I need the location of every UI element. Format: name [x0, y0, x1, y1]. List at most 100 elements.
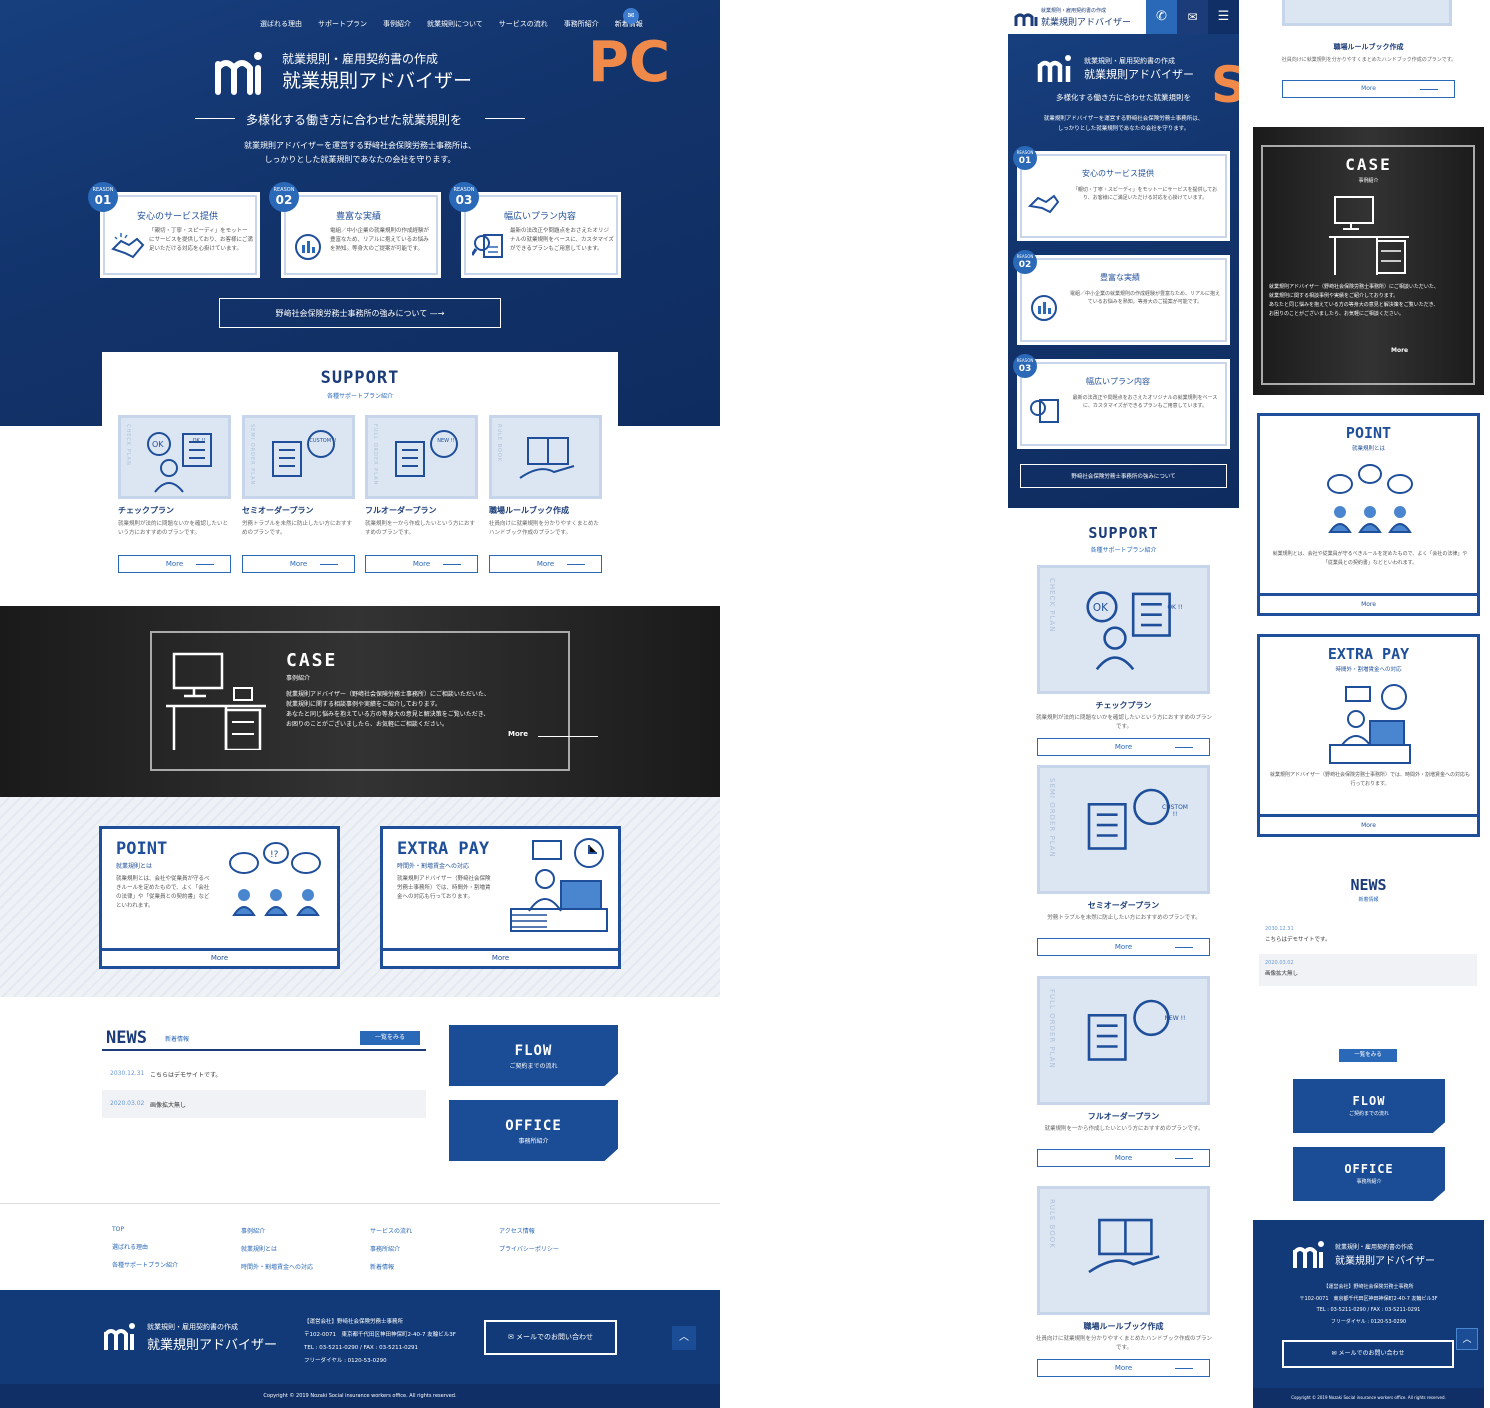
logo-icon: [1293, 1241, 1324, 1268]
page-top-icon[interactable]: ︿: [672, 1326, 696, 1350]
plan-name: チェックプラン: [118, 506, 174, 515]
plan-desc: 労務トラブルを未然に防止したい方におすすめのプランです。: [242, 521, 353, 536]
footer-link[interactable]: 時間外・割増賃金への対応: [241, 1262, 313, 1271]
plan-vertical-label: RULE BOOK: [1048, 1199, 1056, 1249]
plan-more-button[interactable]: More: [1037, 738, 1210, 756]
sp-extra-text: 就業規則アドバイザー（野﨑社会保険労務士事務所）では、時間外・割増賃金への対応も…: [1270, 772, 1471, 787]
plan-name: チェックプラン: [1095, 701, 1152, 710]
hamburger-menu-icon[interactable]: ☰: [1208, 0, 1239, 34]
footer-link[interactable]: 事務所紹介: [370, 1244, 412, 1253]
footer-link[interactable]: TOP: [112, 1226, 178, 1233]
point-card[interactable]: POINT 就業規則とは 就業規則とは、会社や従業員が守るべきルールを定めたもの…: [99, 826, 340, 969]
footer-link[interactable]: 事例紹介: [241, 1226, 313, 1235]
plan-more-button[interactable]: More: [1282, 80, 1455, 98]
phone-icon[interactable]: ✆: [1146, 0, 1177, 34]
plan-desc: 社員向けに就業規則を分かりやすくまとめたハンドブック作成のプランです。: [489, 521, 600, 536]
plan-bubble-label: CUSTOM !!: [309, 438, 337, 444]
extra-pay-more-button[interactable]: More: [383, 948, 618, 966]
plan-desc: 就業規則が法的に問題ないかを確認したいという方におすすめのプランです。: [1035, 715, 1212, 730]
sp-point-title: POINT: [1345, 424, 1392, 442]
mail-icon[interactable]: ✉: [1177, 0, 1208, 34]
strengths-button[interactable]: 野﨑社会保険労務士事務所の強みについて: [1020, 464, 1227, 488]
plan-name: フルオーダープラン: [1087, 1112, 1160, 1121]
footer-brand-sub: 就業規則・雇用契約書の作成: [147, 1323, 238, 1331]
plan-more-button[interactable]: More: [1037, 1149, 1210, 1167]
sp-case-text: 就業規則アドバイザー（野﨑社会保険労務士事務所）にご相談いただいた、 就業規則に関…: [1269, 284, 1439, 317]
sp-hero-brand-name: 就業規則アドバイザー: [1084, 68, 1194, 81]
plan-more-button[interactable]: More: [1037, 938, 1210, 956]
nav-item[interactable]: 事例紹介: [383, 20, 411, 28]
plan-more-button[interactable]: More: [365, 555, 478, 573]
sp-point-card[interactable]: POINT 就業規則とは 就業規則とは、会社や従業員が守るべきルールを定めたもの…: [1257, 413, 1480, 616]
news-list-button[interactable]: 一覧をみる: [360, 1031, 420, 1045]
footer: 就業規則・雇用契約書の作成 就業規則アドバイザー 【運営会社】野﨑社会保険労務士…: [0, 1290, 720, 1384]
sp-label: SP: [1211, 56, 1239, 114]
page-top-icon[interactable]: ︿: [1456, 1328, 1478, 1350]
svg-text:!?: !?: [270, 850, 279, 860]
sp-case-subtitle: 事例紹介: [1358, 178, 1379, 184]
plan-illustration-icon: [1088, 1218, 1160, 1274]
sp-case-more-link[interactable]: More: [1391, 347, 1408, 354]
reason-card: 安心のサービス提供 「親切・丁寧・スピーディ」をモットーにサービスを提供しており…: [103, 195, 257, 275]
footer-link[interactable]: 選ばれる理由: [112, 1242, 178, 1251]
sp-layout-2: 職場ルールブック作成 社員向けに就業規則を分かりやすくまとめたハンドブック作成の…: [1253, 0, 1484, 1408]
news-item[interactable]: 2030.12.31 こちらはデモサイトです。: [1259, 920, 1477, 950]
mail-icon[interactable]: ✉: [623, 8, 639, 24]
point-more-button[interactable]: More: [102, 948, 337, 966]
plan-image: FULL ORDER PLAN NEW !!: [1037, 976, 1210, 1105]
nav-item[interactable]: 就業規則について: [427, 20, 483, 28]
plan-more-button[interactable]: More: [242, 555, 355, 573]
reason-badge: REASON 03: [449, 182, 479, 212]
nav-item[interactable]: サービスの流れ: [499, 20, 548, 28]
sp-extra-more[interactable]: More: [1260, 814, 1477, 834]
sp-point-more[interactable]: More: [1260, 593, 1477, 613]
sp-support-subtitle: 各種サポートプラン紹介: [1090, 547, 1157, 554]
reason-card: 安心のサービス提供 「親切・丁寧・スピーディ」をモットーにサービスを提供しており…: [1020, 154, 1227, 238]
point-title: POINT: [116, 839, 168, 859]
plan-vertical-label: SEMI ORDER PLAN: [249, 424, 255, 486]
footer-link[interactable]: 各種サポートプラン紹介: [112, 1260, 178, 1269]
plan-illustration-icon: [519, 437, 575, 479]
sp-news-list-button[interactable]: 一覧をみる: [1339, 1049, 1397, 1062]
plan-more-button[interactable]: More: [118, 555, 231, 573]
news-item[interactable]: 2020.03.02 画像拡大無し: [1259, 954, 1477, 986]
sp-copyright: Copyright © 2019 Nozaki Social insurance…: [1253, 1388, 1484, 1408]
office-banner[interactable]: OFFICE 事務所紹介: [1293, 1147, 1445, 1201]
footer-link[interactable]: サービスの流れ: [370, 1226, 412, 1235]
plan-more-button[interactable]: More: [1037, 1359, 1210, 1377]
chart-icon: [1031, 295, 1057, 321]
flow-banner[interactable]: FLOW ご契約までの流れ: [1293, 1079, 1445, 1133]
extra-pay-card[interactable]: EXTRA PAY 時間外・割増賃金への対応 就業規則アドバイザー（野﨑社会保険…: [380, 826, 621, 969]
footer-link[interactable]: 就業規則とは: [241, 1244, 313, 1253]
sp-brand-sub: 就業規則・雇用契約書の作成: [1041, 8, 1107, 14]
arrow-icon: [538, 736, 598, 737]
plan-more-button[interactable]: More: [489, 555, 602, 573]
office-banner[interactable]: OFFICE 事務所紹介: [449, 1100, 618, 1161]
plan-image: CHECK PLAN OK OK !!: [118, 415, 231, 499]
nav-item[interactable]: サポートプラン: [318, 20, 367, 28]
footer-nav-col: 事例紹介就業規則とは 時間外・割増賃金への対応: [241, 1226, 313, 1280]
people-discussion-icon: [1327, 464, 1413, 533]
worker-clock-icon: [1329, 684, 1411, 764]
mail-contact-button[interactable]: ✉ メールでのお問い合わせ: [1282, 1340, 1454, 1368]
footer-link[interactable]: 新着情報: [370, 1262, 412, 1271]
handshake-icon: [111, 233, 145, 259]
mail-contact-button[interactable]: ✉ メールでのお問い合わせ: [484, 1320, 617, 1355]
plan-bubble-label: CUSTOM !!: [1162, 804, 1188, 818]
footer-link[interactable]: アクセス情報: [499, 1226, 559, 1235]
footer-nav-col: TOP 選ばれる理由 各種サポートプラン紹介: [112, 1226, 178, 1278]
sp-extra-pay-card[interactable]: EXTRA PAY 時間外・割増賃金への対応 就業規則アドバイザー（野﨑社会保険…: [1257, 634, 1480, 837]
plan-name: セミオーダープラン: [242, 506, 314, 515]
nav-item[interactable]: 事務所紹介: [564, 20, 599, 28]
case-more-link[interactable]: More: [508, 730, 528, 738]
footer-link[interactable]: プライバシーポリシー: [499, 1244, 559, 1253]
flow-banner[interactable]: FLOW ご契約までの流れ: [449, 1025, 618, 1086]
plan-name: 職場ルールブック作成: [1083, 1322, 1164, 1331]
plan-bubble-label: OK !!: [1167, 604, 1183, 611]
strengths-button[interactable]: 野﨑社会保険労務士事務所の強みについて —→: [219, 298, 501, 328]
news-item[interactable]: 2020.03.02 画像拡大無し: [102, 1090, 426, 1118]
svg-text:OK: OK: [152, 440, 164, 449]
news-item[interactable]: 2030.12.31 こちらはデモサイトです。: [102, 1062, 426, 1086]
nav-item[interactable]: 選ばれる理由: [260, 20, 302, 28]
support-subtitle: 各種サポートプラン紹介: [326, 393, 393, 400]
